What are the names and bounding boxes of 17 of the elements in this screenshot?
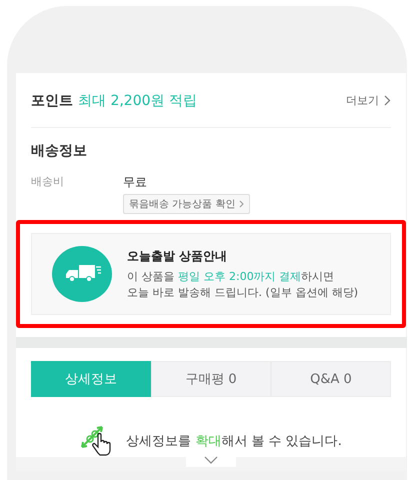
fee-value: 무료 [123,174,147,191]
tab[interactable]: 구매평 0 [151,361,271,397]
delivery-truck-icon [52,246,112,302]
notice-title: 오늘출발 상품안내 [127,248,228,264]
more-link[interactable]: 더보기 [346,92,391,108]
zoom-hint-text: 상세정보를 확대해서 볼 수 있습니다. [126,433,342,450]
chevron-right-icon [239,200,244,208]
chevron-down-icon [204,456,218,464]
points-label: 포인트 [31,93,73,109]
bundle-check-button[interactable]: 묶음배송 가능상품 확인 [123,194,250,214]
tab[interactable]: Q&A 0 [271,361,391,397]
notice-text: 오늘 바로 발송해 드립니다. (일부 옵션에 해당) [127,284,358,300]
notice-text: 이 상품을 평일 오후 2:00까지 결제하시면 [127,268,336,284]
section-title: 배송정보 [31,142,88,160]
chevron-right-icon [384,94,391,106]
points-value: 최대 2,200원 적립 [78,93,197,109]
fee-label: 배송비 [31,174,65,190]
